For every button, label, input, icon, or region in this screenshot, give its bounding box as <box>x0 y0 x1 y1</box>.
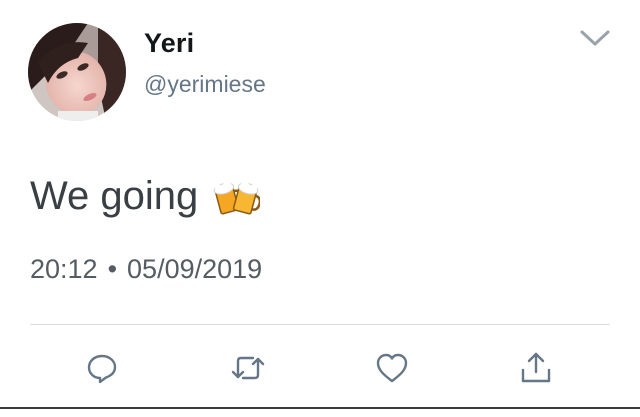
tweet-actions <box>0 348 640 388</box>
share-button[interactable] <box>516 348 556 388</box>
bottom-border <box>0 407 640 417</box>
reply-icon <box>87 354 117 384</box>
like-icon <box>376 353 408 383</box>
tweet-text-content: We going <box>30 173 199 218</box>
share-icon <box>521 352 551 383</box>
retweet-button[interactable] <box>228 348 268 388</box>
like-button[interactable] <box>372 348 412 388</box>
chevron-down-icon[interactable] <box>578 26 612 50</box>
clinking-beer-mugs-icon <box>212 172 262 220</box>
reply-button[interactable] <box>82 348 122 388</box>
divider <box>30 324 610 325</box>
tweet-timestamp[interactable]: 20:12 • 05/09/2019 <box>30 254 262 285</box>
tweet-time: 20:12 <box>30 254 98 284</box>
tweet-text: We going <box>30 172 262 220</box>
timestamp-separator: • <box>107 254 118 284</box>
author-display-name[interactable]: Yeri <box>144 28 194 59</box>
avatar[interactable] <box>28 23 126 121</box>
author-handle[interactable]: @yerimiese <box>144 71 266 98</box>
tweet-date: 05/09/2019 <box>127 254 263 284</box>
retweet-icon <box>231 356 265 380</box>
